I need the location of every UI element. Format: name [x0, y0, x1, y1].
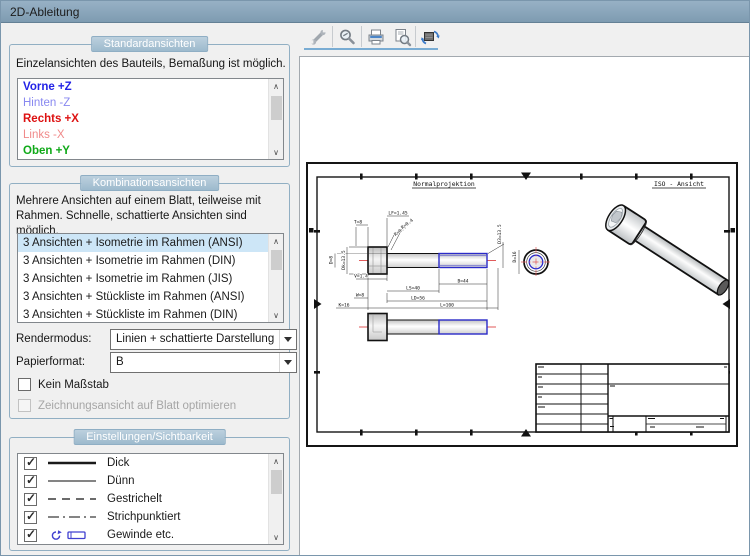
scrollbar[interactable]: ∧ ∨ — [268, 454, 283, 544]
chevron-down-icon[interactable] — [279, 330, 296, 349]
dimension-label: LD=56 — [411, 296, 425, 302]
printer-icon — [366, 27, 386, 47]
iso-view-title: ISO - Ansicht — [654, 180, 704, 188]
list-item[interactable]: 3 Ansichten + Stückliste im Rahmen (ANSI… — [18, 288, 283, 306]
list-item-selected[interactable]: 3 Ansichten + Isometrie im Rahmen (ANSI) — [18, 234, 283, 252]
dimension-label: Dk=13.5 — [341, 250, 347, 270]
dashed-line-icon — [46, 495, 98, 503]
print-preview-icon — [392, 27, 412, 47]
kein-massstab-checkbox[interactable] — [18, 378, 31, 391]
dimension-label: K=16 — [338, 303, 349, 309]
scroll-up-icon[interactable]: ∧ — [269, 234, 283, 248]
drawing-sheet: Normalprojektion ISO - Ansicht — [306, 162, 738, 447]
dimension-label: T=8 — [354, 220, 363, 226]
dimension-label: L=100 — [440, 303, 454, 309]
list-item[interactable]: Hinten -Z — [18, 95, 283, 111]
duenn-checkbox[interactable] — [24, 475, 37, 488]
list-item[interactable]: Vorne +Z — [18, 79, 283, 95]
thick-line-icon — [46, 459, 98, 467]
projection-view-title: Normalprojektion — [413, 180, 475, 188]
scrollbar[interactable]: ∧ ∨ — [268, 79, 283, 159]
group-standardansichten: Standardansichten Einzelansichten des Ba… — [9, 44, 290, 167]
visibility-row: Strichpunktiert — [18, 508, 283, 526]
title-block — [536, 364, 729, 432]
dimension-label: D=16 — [512, 251, 518, 262]
scroll-down-icon[interactable]: ∨ — [269, 530, 283, 544]
papierformat-label: Papierformat: — [16, 355, 85, 370]
scrollbar[interactable]: ∧ ∨ — [268, 234, 283, 322]
scrollbar-thumb[interactable] — [271, 250, 282, 270]
dimension-label: V=1.4 — [354, 274, 368, 280]
list-item[interactable]: 3 Ansichten + Isometrie im Rahmen (JIS) — [18, 270, 283, 288]
scrollbar-thumb[interactable] — [271, 96, 282, 120]
dialog-window: 2D-Ableitung Standardansichten Einzelans… — [0, 0, 750, 556]
list-item[interactable]: Rechts +X — [18, 111, 283, 127]
optimieren-label: Zeichnungsansicht auf Blatt optimieren — [38, 399, 236, 413]
print-preview-button[interactable] — [389, 24, 415, 49]
scroll-down-icon[interactable]: ∨ — [269, 308, 283, 322]
thin-line-icon — [46, 477, 98, 485]
rendermodus-label: Rendermodus: — [16, 332, 91, 347]
visibility-row: Gestrichelt — [18, 490, 283, 508]
scroll-down-icon[interactable]: ∨ — [269, 145, 283, 159]
visibility-row: Dick — [18, 454, 283, 472]
list-item[interactable]: Oben +Y — [18, 143, 283, 159]
thread-symbols-icon — [46, 529, 98, 541]
window-title: 2D-Ableitung — [10, 1, 79, 23]
dimension-label: W=8 — [356, 293, 365, 299]
group-header: Standardansichten — [91, 36, 209, 52]
rendermodus-value: Linien + schattierte Darstellung — [116, 330, 274, 349]
refresh-preview-icon — [420, 27, 440, 47]
visibility-list: Dick Dünn Gestrichelt Strichpunktiert — [17, 453, 284, 545]
visibility-label: Strichpunktiert — [107, 511, 181, 523]
title-bar: 2D-Ableitung — [1, 1, 749, 23]
wrench-icon — [308, 27, 328, 47]
kein-massstab-label: Kein Maßstab — [38, 378, 109, 392]
list-item[interactable]: 3 Ansichten + Isometrie im Rahmen (DIN) — [18, 252, 283, 270]
visibility-label: Gestrichelt — [107, 493, 162, 505]
refresh-preview-button[interactable] — [417, 24, 443, 49]
group-kombinationsansichten: Kombinationsansichten Mehrere Ansichten … — [9, 183, 290, 419]
papierformat-combobox[interactable]: B — [110, 352, 297, 373]
visibility-label: Gewinde etc. — [107, 529, 174, 541]
print-button[interactable] — [363, 24, 389, 49]
group-header: Einstellungen/Sichtbarkeit — [73, 429, 226, 445]
zoom-wrench-icon — [337, 27, 357, 47]
scroll-up-icon[interactable]: ∧ — [269, 454, 283, 468]
list-item[interactable]: Links -X — [18, 127, 283, 143]
dimension-label: D3=13.5 — [497, 224, 503, 244]
papierformat-value: B — [116, 353, 124, 372]
zoom-settings-button[interactable] — [334, 24, 360, 49]
group-header: Kombinationsansichten — [80, 175, 220, 191]
list-item[interactable]: 3 Ansichten + Stückliste im Rahmen (DIN) — [18, 306, 283, 323]
gewinde-checkbox[interactable] — [24, 529, 37, 542]
drawing-sheet-svg: Normalprojektion ISO - Ansicht — [306, 162, 738, 447]
dick-checkbox[interactable] — [24, 457, 37, 470]
dimension-label: D=8 — [329, 256, 335, 265]
visibility-label: Dick — [107, 457, 129, 469]
dimension-label: LF=1.45 — [388, 211, 408, 217]
combination-views-list: 3 Ansichten + Isometrie im Rahmen (ANSI)… — [17, 233, 284, 323]
gestrichelt-checkbox[interactable] — [24, 493, 37, 506]
visibility-row: Dünn — [18, 472, 283, 490]
settings-button[interactable] — [305, 24, 331, 49]
group-description: Einzelansichten des Bauteils, Bemaßung i… — [16, 57, 286, 72]
dashdot-line-icon — [46, 513, 98, 521]
group-einstellungen: Einstellungen/Sichtbarkeit Dick Dünn Ges… — [9, 437, 290, 551]
dimension-label: B=44 — [457, 279, 468, 285]
visibility-label: Dünn — [107, 475, 135, 487]
dimension-label: LS=40 — [406, 286, 420, 292]
scrollbar-thumb[interactable] — [271, 470, 282, 494]
standard-views-list: Vorne +Z Hinten -Z Rechts +X Links -X Ob… — [17, 78, 284, 160]
chevron-down-icon[interactable] — [279, 353, 296, 372]
visibility-row: Gewinde etc. — [18, 526, 283, 544]
strichpunktiert-checkbox[interactable] — [24, 511, 37, 524]
rendermodus-combobox[interactable]: Linien + schattierte Darstellung — [110, 329, 297, 350]
optimieren-checkbox-disabled — [18, 399, 31, 412]
scroll-up-icon[interactable]: ∧ — [269, 79, 283, 93]
